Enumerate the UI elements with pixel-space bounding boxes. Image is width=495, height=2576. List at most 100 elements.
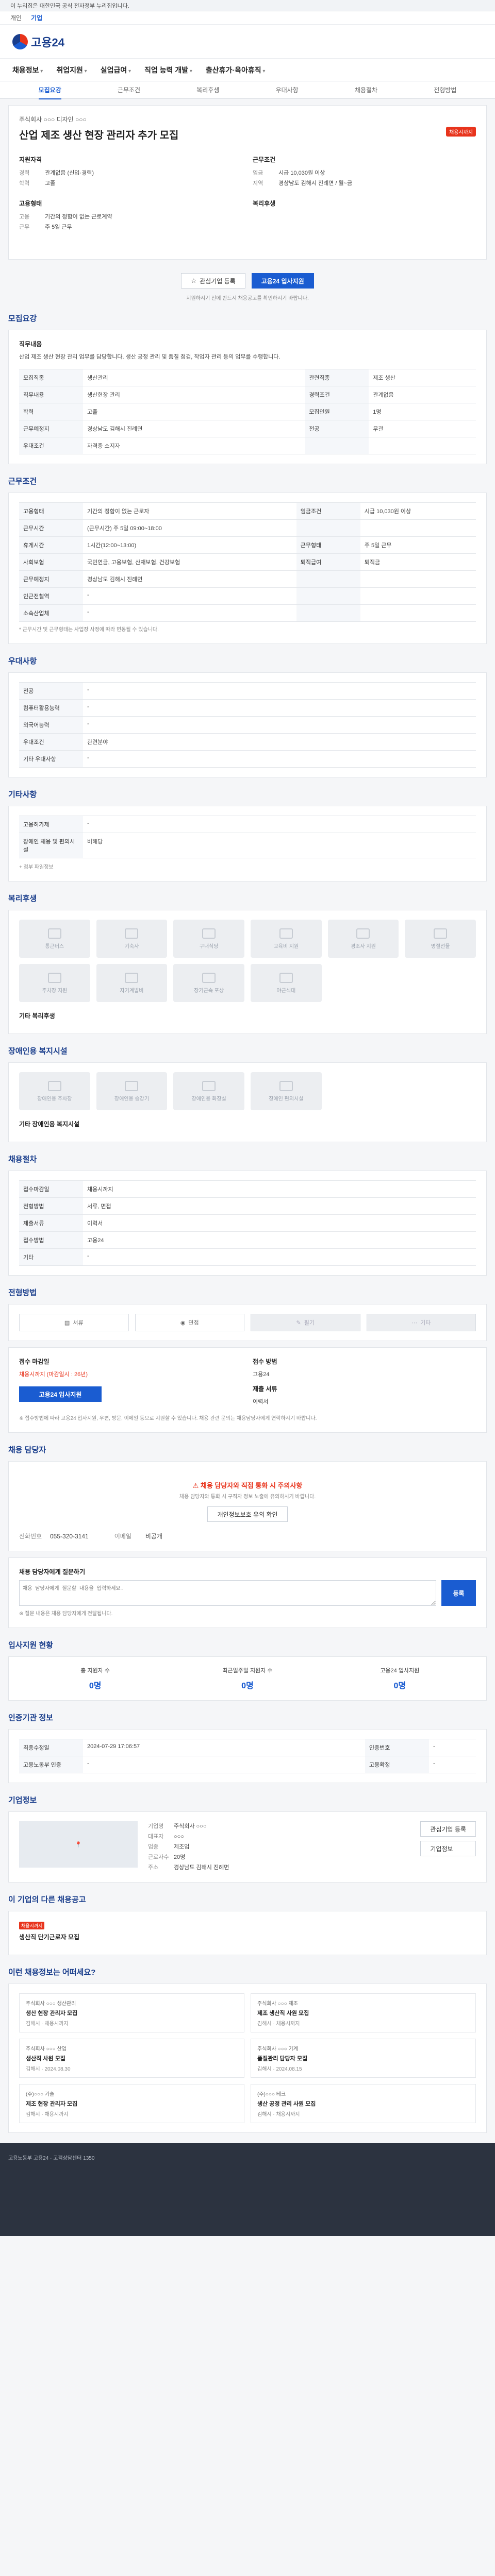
apply-method-value: 고용24	[253, 1371, 270, 1378]
tile-label: 경조사 지원	[351, 943, 376, 950]
recommend-item[interactable]: (주)○○○ 테크 생산 공정 관리 사원 모집 김해시 · 채용시까지	[251, 2084, 476, 2123]
section-title-similar: 이 기업의 다른 채용공고	[8, 1895, 86, 1904]
table-value: -	[83, 604, 296, 622]
kv-key: 임금	[253, 170, 263, 176]
section-title-etc: 기타사항	[8, 790, 37, 799]
method-label: 기타	[420, 1320, 431, 1326]
nav-item-leave[interactable]: 출산휴가·육아휴직	[206, 65, 266, 75]
nav-item-training[interactable]: 직업 능력 개발	[144, 65, 192, 75]
attachment-link[interactable]: + 첨부 파일정보	[19, 863, 476, 872]
company-field-value: 20명	[174, 1854, 186, 1860]
status-value: 0명	[241, 1682, 254, 1690]
apply-button-2[interactable]: 고용24 입사지원	[19, 1386, 102, 1402]
nav-item-support[interactable]: 취업지원	[56, 65, 87, 75]
company-field: 대표자 ○○○	[148, 1832, 410, 1842]
method-interview: ◉ 면접	[135, 1314, 244, 1331]
tab-recruit[interactable]: 모집요강	[38, 86, 61, 99]
pencil-icon: ✎	[296, 1319, 301, 1326]
recommend-item[interactable]: 주식회사 ○○○ 기계 품질관리 담당자 모집 김해시 · 2024.08.15	[251, 2039, 476, 2078]
company-map[interactable]: 📍	[19, 1821, 138, 1868]
gov-banner: 이 누리집은 대한민국 공식 전자정부 누리집입니다.	[0, 0, 495, 11]
table-key: 학력	[19, 403, 84, 420]
table-key: 인근전철역	[19, 587, 84, 605]
rec-meta: 김해시 · 채용시까지	[257, 2021, 300, 2027]
logo-mark-icon	[12, 33, 28, 49]
benefit-icon	[202, 972, 216, 983]
table-value	[360, 587, 476, 605]
table-value: 고졸	[83, 403, 305, 420]
nav-item-unemployment[interactable]: 실업급여	[101, 65, 131, 75]
company-info-button[interactable]: 기업정보	[420, 1841, 476, 1856]
kv-value: 관계없음 (신입·경력)	[45, 170, 94, 176]
table-value: 2024-07-29 17:06:57	[83, 1739, 365, 1756]
rec-company: 주식회사 ○○○ 기계	[257, 2046, 298, 2052]
top-link-company[interactable]: 기업	[31, 13, 42, 22]
recommend-item[interactable]: 주식회사 ○○○ 산업 생산직 사원 모집 김해시 · 2024.08.30	[19, 2039, 244, 2078]
etc-card: 고용허가제 - 장애인 채용 및 편의시설 비해당 + 첨부 파일정보	[8, 806, 487, 882]
tile-label: 통근버스	[45, 943, 64, 950]
table-value: 1명	[369, 403, 476, 420]
top-link-personal[interactable]: 개인	[10, 13, 22, 22]
table-row: 컴퓨터활용능력 -	[19, 699, 476, 717]
table-key: 고용형태	[19, 502, 84, 520]
tab-method[interactable]: 전형방법	[434, 86, 456, 94]
table-value: -	[83, 816, 476, 833]
company-field-key: 기업명	[148, 1823, 164, 1829]
recommend-item[interactable]: (주)○○○ 기술 제조 현장 관리자 모집 김해시 · 채용시까지	[19, 2084, 244, 2123]
logo[interactable]: 고용24	[12, 33, 64, 50]
question-input[interactable]	[19, 1580, 436, 1606]
table-row: 고용노동부 인증 - 고용확정 -	[19, 1756, 476, 1773]
table-row: 소속산업체 -	[19, 604, 476, 622]
tab-work[interactable]: 근무조건	[118, 86, 140, 94]
tab-pref[interactable]: 우대사항	[276, 86, 299, 94]
table-row: 외국어능력 -	[19, 716, 476, 734]
gov-banner-text: 이 누리집은 대한민국 공식 전자정부 누리집입니다.	[10, 3, 129, 9]
recommend-item[interactable]: 주식회사 ○○○ 생산관리 생산 현장 관리자 모집 김해시 · 채용시까지	[19, 1993, 244, 2032]
table-key: 직무내용	[19, 386, 84, 403]
table-key: 장애인 채용 및 편의시설	[19, 833, 84, 858]
similar-title[interactable]: 생산직 단기근로자 모집	[19, 1933, 476, 1941]
table-key: 컴퓨터활용능력	[19, 699, 84, 717]
table-row: 근무시간 (근무시간) 주 5일 09:00~18:00	[19, 519, 476, 537]
table-row: 우대조건 관련분야	[19, 733, 476, 751]
table-key: 전형방법	[19, 1197, 84, 1215]
status-value: 0명	[89, 1682, 102, 1690]
status-week: 최근일주일 지원자 수 0명	[171, 1666, 323, 1691]
table-key: 관련직종	[305, 369, 369, 386]
table-value	[360, 519, 476, 537]
nav-item-jobs[interactable]: 채용정보	[12, 65, 43, 75]
kv-value: 시급 10,030원 이상	[278, 170, 325, 176]
recommend-item[interactable]: 주식회사 ○○○ 제조 제조 생산직 사원 모집 김해시 · 채용시까지	[251, 1993, 476, 2032]
table-key: 퇴직급여	[296, 553, 360, 571]
company-field-value: ○○○	[174, 1834, 184, 1840]
tab-process[interactable]: 채용절차	[355, 86, 377, 94]
table-row: 사회보험 국민연금, 고용보험, 산재보험, 건강보험 퇴직급여 퇴직금	[19, 553, 476, 571]
conditions-head: 근무조건	[253, 156, 276, 163]
question-submit-button[interactable]: 등록	[441, 1580, 476, 1606]
table-row: 학력 고졸 모집인원 1명	[19, 403, 476, 420]
rec-meta: 김해시 · 2024.08.15	[257, 2066, 302, 2072]
rec-company: 주식회사 ○○○ 생산관리	[26, 2001, 76, 2007]
tab-welfare[interactable]: 복리후생	[196, 86, 219, 94]
alert-icon: ⚠	[192, 1482, 201, 1489]
section-title-info: 인증기관 정보	[8, 1714, 53, 1722]
tile-label: 교육비 지원	[273, 943, 299, 950]
table-row: 모집직종 생산관리 관련직종 제조 생산	[19, 369, 476, 386]
company-field: 근로자수 20명	[148, 1852, 410, 1862]
apply-button[interactable]: 고용24 입사지원	[251, 273, 314, 289]
company-interest-button[interactable]: 관심기업 등록	[420, 1821, 476, 1837]
benefit-icon	[202, 1080, 216, 1091]
table-value: -	[83, 682, 476, 700]
kv-value: 기간의 정함이 없는 근로계약	[45, 214, 112, 220]
welfare-tile: 명절선물	[405, 920, 476, 958]
table-value: 국민연금, 고용보험, 산재보험, 건강보험	[83, 553, 296, 571]
phone-value: 055-320-3141	[50, 1533, 89, 1540]
work-card: 고용형태 기간의 정함이 없는 근로자 임금조건 시급 10,030원 이상 근무시간(…	[8, 493, 487, 644]
apply-docs-head: 제출 서류	[253, 1385, 277, 1393]
interest-company-button[interactable]: ☆ 관심기업 등록	[181, 273, 245, 289]
table-value: 채용시까지	[83, 1180, 476, 1198]
table-key: 임금조건	[296, 502, 360, 520]
table-value: 고용24	[83, 1231, 476, 1249]
privacy-check-button[interactable]: 개인정보보호 유의 확인	[207, 1506, 288, 1522]
contact-warning: ⚠ 채용 담당자와 직접 통화 시 주의사항 채용 담당자와 통화 시 구직자 …	[19, 1471, 476, 1531]
